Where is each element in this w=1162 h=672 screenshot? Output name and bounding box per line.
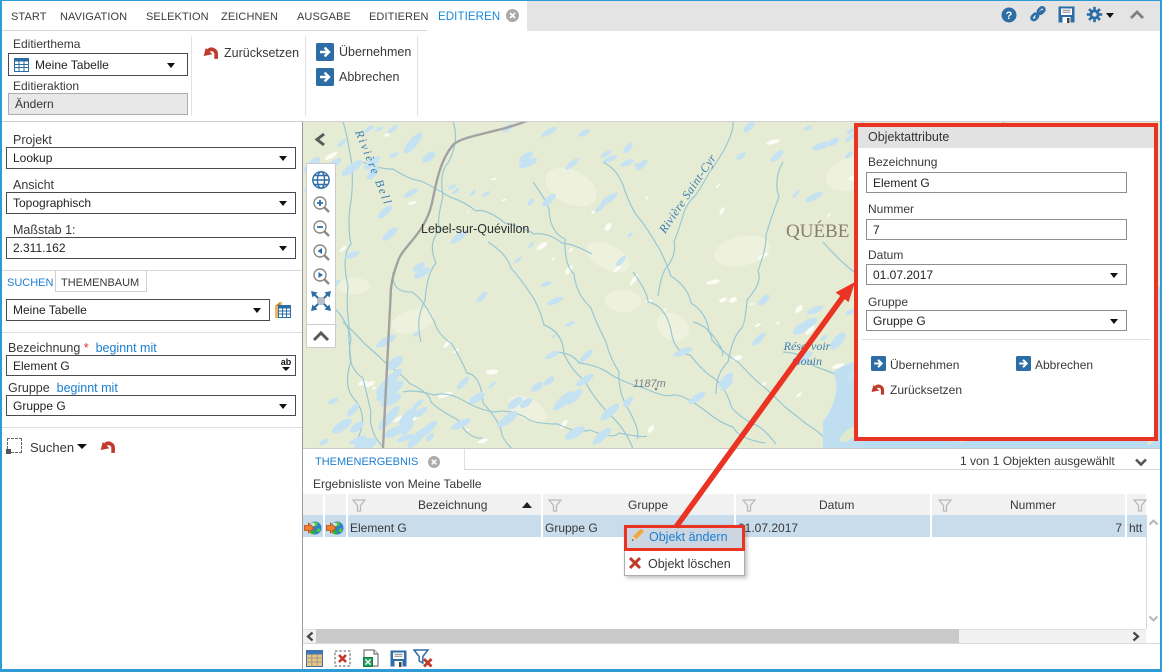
svg-text:Lebel-sur-Quévillon: Lebel-sur-Quévillon xyxy=(421,222,529,236)
svg-text:Réservoir: Réservoir xyxy=(783,339,831,353)
svg-text:QUÉBE: QUÉBE xyxy=(786,220,849,242)
svg-text:Gouin: Gouin xyxy=(792,354,822,368)
svg-text:1187m: 1187m xyxy=(633,378,666,390)
svg-text:?: ? xyxy=(1006,10,1013,22)
